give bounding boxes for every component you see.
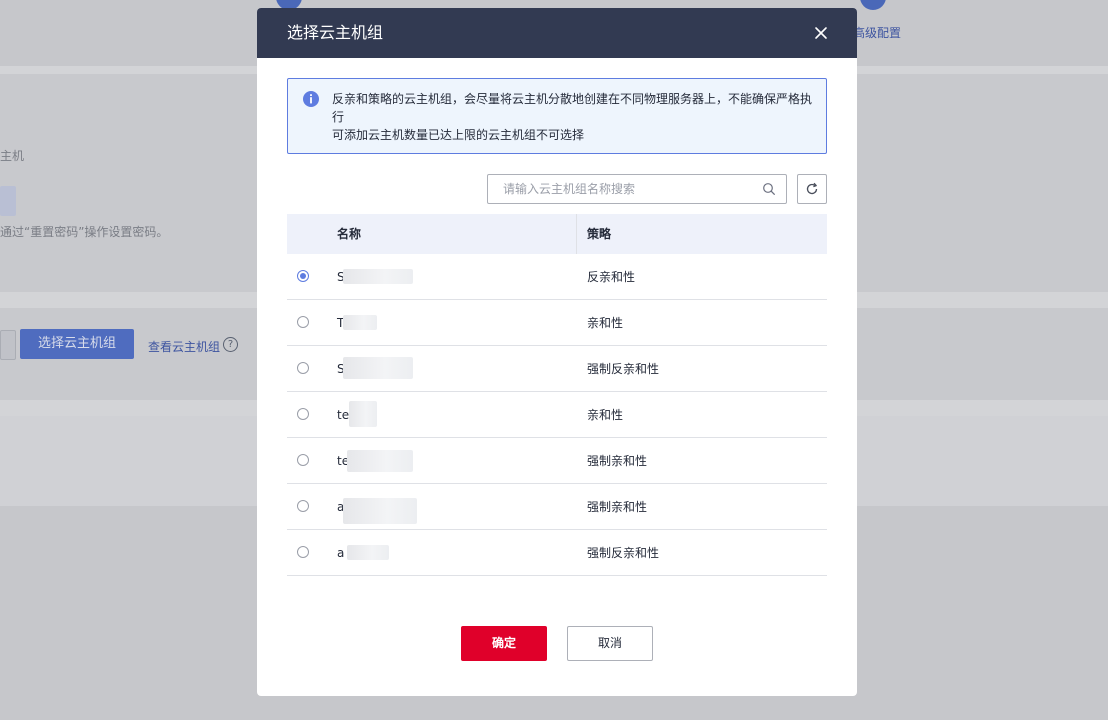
table-row[interactable]: a 强制反亲和性 bbox=[287, 530, 827, 576]
group-policy: 强制亲和性 bbox=[587, 500, 648, 514]
row-radio[interactable] bbox=[297, 500, 309, 512]
group-name: a bbox=[337, 546, 345, 560]
help-icon: ? bbox=[223, 337, 238, 352]
group-policy: 强制反亲和性 bbox=[587, 546, 660, 560]
table-row[interactable]: S 反亲和性 bbox=[287, 254, 827, 300]
redacted-name bbox=[347, 545, 389, 560]
confirm-button[interactable]: 确定 bbox=[461, 626, 547, 661]
password-hint: 通过“重置密码”操作设置密码。 bbox=[0, 225, 169, 239]
row-radio[interactable] bbox=[297, 454, 309, 466]
redacted-name bbox=[347, 450, 413, 472]
info-alert: 反亲和策略的云主机组，会尽量将云主机分散地创建在不同物理服务器上，不能确保严格执… bbox=[287, 78, 827, 154]
redacted-name bbox=[343, 269, 413, 284]
step-label: 高级配置 bbox=[853, 26, 902, 40]
table-row[interactable]: te 亲和性 bbox=[287, 392, 827, 438]
refresh-icon bbox=[806, 182, 818, 195]
row-radio[interactable] bbox=[297, 270, 309, 282]
table-row[interactable]: T 亲和性 bbox=[287, 300, 827, 346]
step-indicator bbox=[860, 0, 886, 10]
refresh-button[interactable] bbox=[797, 174, 827, 204]
group-policy: 强制反亲和性 bbox=[587, 362, 660, 376]
column-divider bbox=[576, 214, 577, 254]
dialog-header: 选择云主机组 bbox=[257, 8, 857, 58]
info-icon bbox=[303, 91, 319, 107]
table-header: 名称 策略 bbox=[287, 214, 827, 254]
redacted-name bbox=[349, 401, 377, 427]
search-box bbox=[487, 174, 787, 204]
row-radio[interactable] bbox=[297, 362, 309, 374]
view-group-link: 查看云主机组 bbox=[148, 340, 221, 354]
search-icon[interactable] bbox=[762, 182, 776, 196]
row-radio[interactable] bbox=[297, 408, 309, 420]
row-radio[interactable] bbox=[297, 546, 309, 558]
table-row[interactable]: te 强制亲和性 bbox=[287, 438, 827, 484]
group-policy: 亲和性 bbox=[587, 316, 624, 330]
ecs-label-fragment: 主机 bbox=[0, 149, 25, 163]
alert-line: 反亲和策略的云主机组，会尽量将云主机分散地创建在不同物理服务器上，不能确保严格执… bbox=[332, 92, 813, 124]
dialog-title: 选择云主机组 bbox=[287, 23, 384, 42]
table-row[interactable]: S 强制反亲和性 bbox=[287, 346, 827, 392]
table-row[interactable]: a 强制亲和性 bbox=[287, 484, 827, 530]
group-name: te bbox=[337, 408, 350, 422]
redacted-name bbox=[343, 498, 417, 524]
background-button bbox=[0, 330, 16, 360]
search-input[interactable] bbox=[489, 176, 749, 202]
select-ecs-group-dialog: 选择云主机组 反亲和策略的云主机组，会尽量将云主机分散地创建在不同物理服务器上，… bbox=[257, 8, 857, 696]
group-policy: 亲和性 bbox=[587, 408, 624, 422]
alert-line: 可添加云主机数量已达上限的云主机组不可选择 bbox=[332, 128, 585, 142]
alert-text: 反亲和策略的云主机组，会尽量将云主机分散地创建在不同物理服务器上，不能确保严格执… bbox=[332, 90, 817, 144]
column-header-name: 名称 bbox=[337, 227, 362, 241]
cancel-button[interactable]: 取消 bbox=[567, 626, 653, 661]
redacted-name bbox=[343, 315, 377, 330]
group-policy: 强制亲和性 bbox=[587, 454, 648, 468]
background-input bbox=[0, 186, 16, 216]
select-group-button: 选择云主机组 bbox=[20, 329, 134, 359]
group-table: 名称 策略 S 反亲和性 T 亲和性 S 强制反亲和性 te 亲和性 te 强制… bbox=[287, 214, 827, 576]
close-icon[interactable] bbox=[809, 21, 833, 45]
redacted-name bbox=[343, 357, 413, 379]
column-header-policy: 策略 bbox=[587, 227, 612, 241]
row-radio[interactable] bbox=[297, 316, 309, 328]
group-policy: 反亲和性 bbox=[587, 270, 636, 284]
